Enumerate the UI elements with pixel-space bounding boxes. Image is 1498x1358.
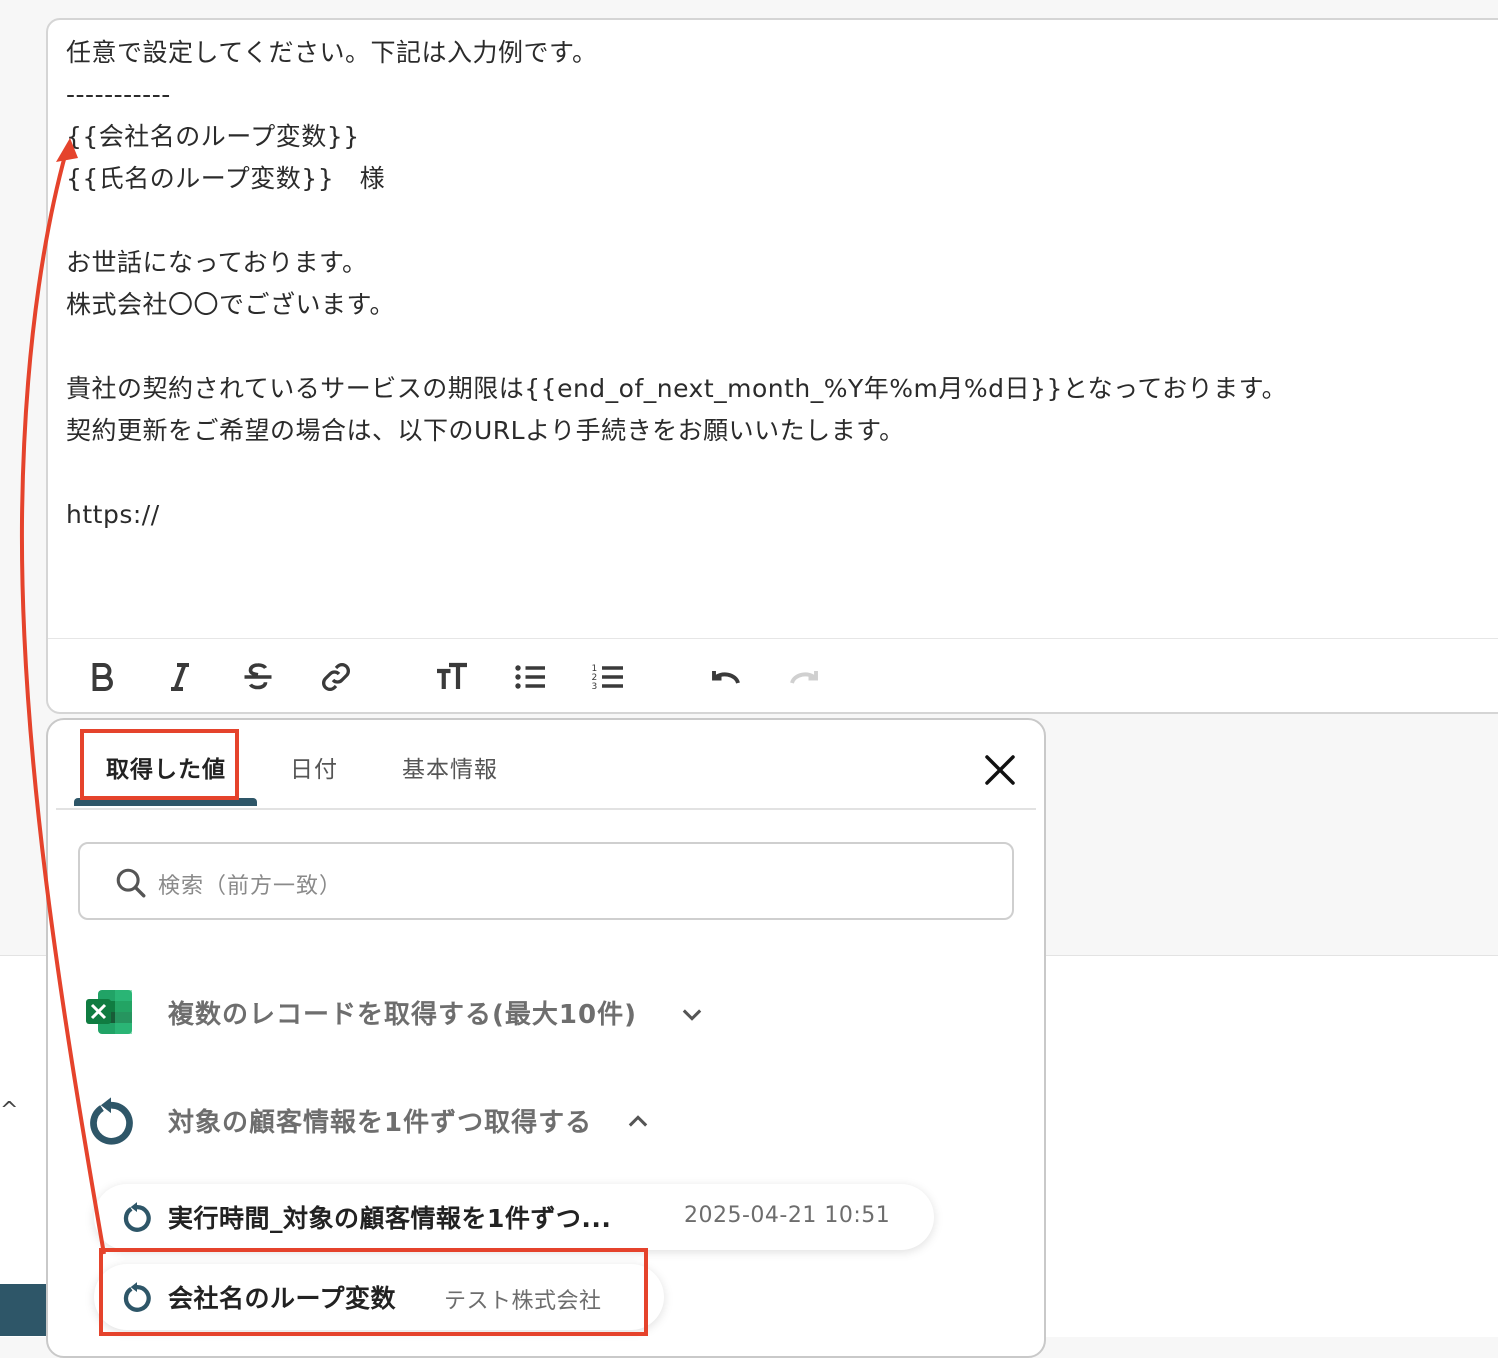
italic-button[interactable] xyxy=(158,655,202,699)
loop-icon xyxy=(123,1202,151,1232)
link-button[interactable] xyxy=(314,655,358,699)
loop-icon xyxy=(90,1097,133,1145)
editor-line: 株式会社〇〇でございます。 xyxy=(66,290,396,319)
group-loop-customer[interactable]: 対象の顧客情報を1件ずつ取得する xyxy=(84,1090,784,1150)
redo-button[interactable] xyxy=(782,655,826,699)
search-placeholder: 検索（前方一致） xyxy=(158,874,343,899)
numbered-list-icon: 123 xyxy=(592,664,623,692)
text-size-icon xyxy=(437,662,467,689)
strikethrough-button[interactable] xyxy=(236,655,280,699)
tab-basic-info[interactable]: 基本情報 xyxy=(402,750,498,784)
bold-button[interactable] xyxy=(80,655,124,699)
group-label: 対象の顧客情報を1件ずつ取得する xyxy=(168,1108,593,1138)
chevron-up-icon[interactable] xyxy=(624,1108,652,1136)
bold-icon xyxy=(92,663,113,691)
svg-text:3: 3 xyxy=(592,682,598,692)
numbered-list-button[interactable]: 123 xyxy=(586,655,630,699)
group-label: 複数のレコードを取得する(最大10件) xyxy=(168,1000,637,1030)
bullet-list-button[interactable] xyxy=(508,655,552,699)
tab-date[interactable]: 日付 xyxy=(290,750,338,784)
search-icon xyxy=(116,868,146,898)
strikethrough-icon xyxy=(244,663,272,690)
message-editor[interactable]: 任意で設定してください。下記は入力例です。 ----------- {{会社名の… xyxy=(46,18,1498,714)
editor-line: {{会社名のループ変数}} xyxy=(66,122,360,151)
link-icon xyxy=(322,663,350,691)
redo-icon xyxy=(790,671,818,684)
editor-content[interactable]: 任意で設定してください。下記は入力例です。 ----------- {{会社名の… xyxy=(66,32,1494,536)
close-button[interactable] xyxy=(980,750,1020,790)
sidebar-edge xyxy=(0,1284,46,1336)
editor-line: https:// xyxy=(66,500,160,529)
editor-toolbar: 123 xyxy=(48,638,1498,715)
chevron-down-icon[interactable] xyxy=(678,1000,706,1028)
highlight-box-item xyxy=(99,1248,648,1336)
collapse-caret-icon[interactable]: ^ xyxy=(0,1098,18,1123)
variable-item-execution-time[interactable]: 実行時間_対象の顧客情報を1件ずつ... 2025-04-21 10:51 xyxy=(94,1184,934,1250)
group-get-multiple-records[interactable]: 複数のレコードを取得する(最大10件) xyxy=(84,982,784,1042)
editor-line: ----------- xyxy=(66,80,171,109)
bullet-list-icon xyxy=(515,665,545,689)
italic-icon xyxy=(171,663,189,691)
editor-line: 貴社の契約されているサービスの期限は{{end_of_next_month_%Y… xyxy=(66,374,1288,403)
close-icon xyxy=(985,755,1015,785)
undo-button[interactable] xyxy=(704,655,748,699)
editor-line: お世話になっております。 xyxy=(66,248,368,277)
text-size-button[interactable] xyxy=(430,655,474,699)
editor-line: 任意で設定してください。下記は入力例です。 xyxy=(66,38,598,67)
highlight-box-tab xyxy=(80,729,239,800)
search-input[interactable]: 検索（前方一致） xyxy=(78,842,1014,920)
variable-name: 実行時間_対象の顧客情報を1件ずつ... xyxy=(168,1204,612,1233)
excel-icon xyxy=(86,990,132,1034)
editor-line: 契約更新をご希望の場合は、以下のURLより手続きをお願いいたします。 xyxy=(66,416,905,445)
editor-line: {{氏名のループ変数}} 様 xyxy=(66,164,386,193)
undo-icon xyxy=(712,671,740,684)
variable-value: 2025-04-21 10:51 xyxy=(684,1203,891,1228)
